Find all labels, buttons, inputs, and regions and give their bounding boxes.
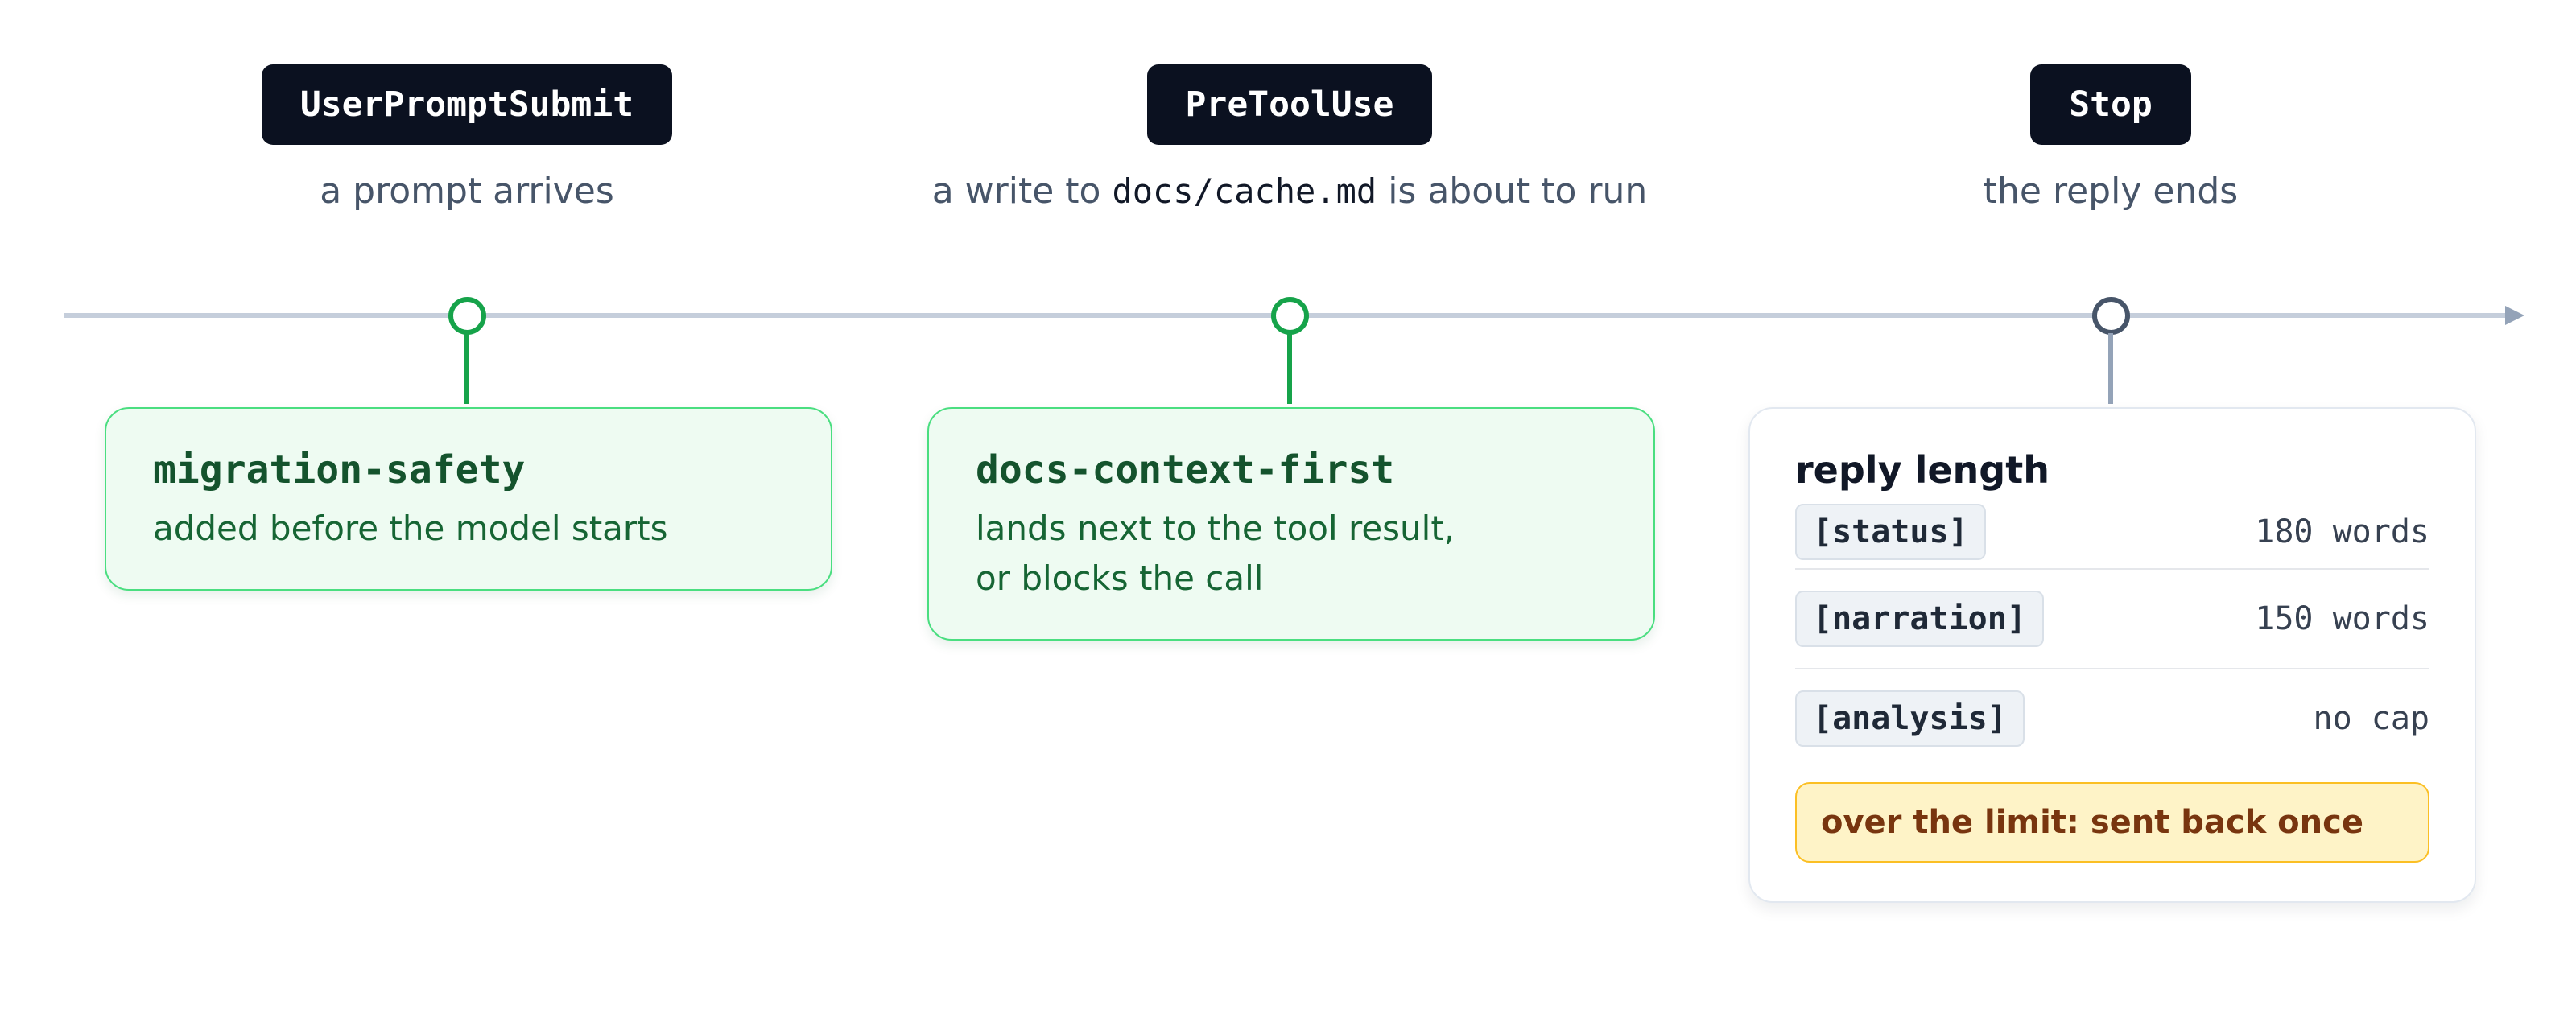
timeline-node-stop	[2092, 297, 2130, 335]
over-limit-warning: over the limit: sent back once	[1795, 782, 2429, 863]
hook-name: docs-context-first	[976, 447, 1395, 492]
caption-text-before: a write to	[931, 171, 1101, 212]
description-line: lands next to the tool result,	[976, 509, 1455, 548]
hook-card-migration-safety: migration-safety added before the model …	[105, 407, 832, 591]
connector-line	[1287, 333, 1292, 404]
event-stop: Stop the reply ends	[1668, 64, 2553, 217]
event-badge: Stop	[2030, 64, 2191, 145]
word-limit: 150 words	[2255, 600, 2429, 637]
hook-card-docs-context-first: docs-context-first lands next to the too…	[927, 407, 1655, 641]
event-caption: the reply ends	[1983, 171, 2239, 212]
section-tag: [narration]	[1795, 591, 2044, 647]
connector-line	[2108, 333, 2113, 404]
word-limit: no cap	[2313, 700, 2430, 737]
description-line: or blocks the call	[976, 558, 1264, 598]
timeline-node-user-prompt-submit	[448, 297, 486, 335]
hook-name: migration-safety	[153, 447, 526, 492]
hook-description: lands next to the tool result, or blocks…	[976, 504, 1607, 604]
event-badge: UserPromptSubmit	[261, 64, 673, 145]
event-badge: PreToolUse	[1146, 64, 1433, 145]
reply-length-title: reply length	[1795, 448, 2050, 492]
word-limit: 180 words	[2255, 513, 2429, 550]
event-caption: a write to docs/cache.md is about to run	[847, 166, 1732, 217]
timeline-arrow-icon	[2505, 306, 2524, 325]
limit-row-narration: [narration] 150 words	[1795, 570, 2429, 670]
event-caption: a prompt arrives	[320, 171, 614, 212]
caption-text-after: is about to run	[1388, 171, 1648, 212]
reply-length-card: reply length [status] 180 words [narrati…	[1748, 407, 2476, 903]
section-tag: [status]	[1795, 504, 1986, 560]
file-path: docs/cache.md	[1112, 171, 1377, 211]
event-pre-tool-use: PreToolUse a write to docs/cache.md is a…	[847, 64, 1732, 217]
event-user-prompt-submit: UserPromptSubmit a prompt arrives	[24, 64, 910, 217]
timeline-node-pre-tool-use	[1271, 297, 1309, 335]
limit-row-analysis: [analysis] no cap	[1795, 670, 2429, 768]
section-tag: [analysis]	[1795, 690, 2025, 747]
connector-line	[464, 333, 469, 404]
limit-row-status: [status] 180 words	[1795, 496, 2429, 570]
hook-description: added before the model starts	[153, 509, 668, 548]
